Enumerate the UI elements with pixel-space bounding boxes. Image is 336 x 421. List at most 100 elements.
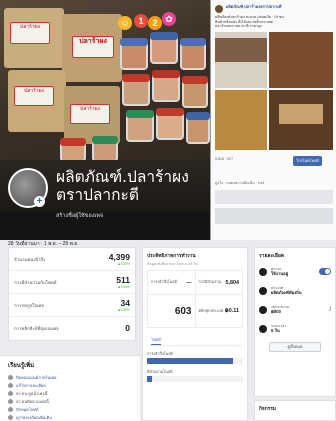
tab-label: โพสต์: [151, 337, 161, 345]
product-label: ปลาร้าผง: [14, 86, 54, 106]
page-title[interactable]: ผลิตภัณฑ์.ปลาร้าผงตราปลากะตี: [56, 168, 206, 204]
product-tub: [92, 136, 118, 162]
details-card: รายละเอียด สถานะ ใช้งานอยู่ ประเภท ผลิตภัณ…: [254, 247, 336, 397]
detail-row[interactable]: ระยะเวลา 5 วัน: [255, 319, 335, 338]
product-tub: [156, 108, 184, 140]
see-all-button[interactable]: ดูทั้งหมด: [269, 342, 321, 352]
metrics-grid: การเข้าถึงโพสต์ — การมีส่วนร่วม 5,804 60…: [147, 270, 243, 328]
list-item[interactable]: ดูรายละเอียดเพิ่มเติม: [8, 413, 132, 421]
ad-preview-image: [215, 208, 333, 224]
metric-value: 5,804: [225, 279, 240, 286]
stat-delta: ▲100%: [117, 307, 130, 312]
money-icon: [259, 305, 267, 314]
product-tub: [122, 74, 150, 106]
post-author[interactable]: ผลิตภัณฑ์.ปลาร้าผงตราปลากะตี: [226, 4, 282, 9]
bar-label: มีส่วนร่วมโพสต์: [147, 370, 173, 374]
metric-value: 603: [174, 305, 192, 317]
product-tub: [126, 110, 154, 142]
post-image[interactable]: [279, 103, 323, 124]
metric-label: คลิกทุกประเภท: [198, 308, 224, 313]
status-toggle[interactable]: [319, 268, 331, 275]
section-title: เรียนรู้เพิ่ม: [8, 363, 35, 369]
avatar: [215, 5, 223, 13]
metric-cell: คลิกทุกประเภท ฿0.11: [194, 295, 243, 327]
stat-label: การมีส่วนร่วมกับโพสต์: [14, 279, 57, 285]
stat-value: 0: [125, 323, 130, 333]
detail-value: ใช้งานอยู่: [271, 270, 289, 276]
eye-icon: [8, 390, 13, 396]
progress-bar: [147, 376, 243, 382]
emoji-icon: ☺: [118, 16, 132, 30]
product-tub: [152, 70, 180, 102]
product-tub: [182, 76, 208, 108]
bar-label: การเข้าถึงโพสต์: [147, 352, 173, 356]
post-image[interactable]: [269, 31, 333, 88]
stat-label: การคลิกลิงก์ที่ปุ่มบนเพจ: [14, 326, 59, 331]
list-item: 52 คนติดตามเพจนี้: [8, 397, 132, 405]
product-label: ปลาร้าผง: [10, 22, 50, 44]
number-badge-icon: 1: [134, 14, 148, 28]
status-icon: [259, 267, 267, 276]
detail-value: ฿800: [271, 308, 281, 314]
list-item-label: ดูรายละเอียดเพิ่มเติม: [16, 414, 52, 420]
metric-cell: 603: [148, 295, 195, 327]
ad-preview-image: [215, 190, 333, 204]
people-icon: [8, 398, 13, 404]
metric-cell: การมีส่วนร่วม 5,804: [194, 271, 243, 294]
list-item-label: ปักหมุดโพสต์: [16, 406, 39, 412]
info-icon: [8, 374, 13, 380]
metric-cell: การเข้าถึงโพสต์ —: [148, 271, 195, 294]
detail-row[interactable]: งบประมาณ ฿800 /: [255, 300, 335, 319]
stat-value: 511: [116, 274, 130, 285]
learn-more-card: เรียนรู้เพิ่ม ปิดคอมเมนต์ภายในเพจ แก้ไขร…: [0, 355, 140, 421]
metric-value: —: [186, 279, 192, 286]
stat-row[interactable]: จำนวนคนเข้าถึง 4,399 ▲100%: [9, 248, 135, 271]
product-tub: [150, 32, 178, 64]
metric-label: การเข้าถึงโพสต์: [151, 280, 177, 285]
metric-label: การมีส่วนร่วม: [198, 280, 222, 285]
list-item[interactable]: ปิดคอมเมนต์ภายในเพจ: [8, 373, 132, 381]
performance-card: ประสิทธิภาพการทำงาน ข้อมูลเชิงลึกผ่านมาใ…: [142, 247, 248, 421]
product-tub: [180, 38, 206, 70]
clock-icon: [259, 324, 267, 333]
detail-row[interactable]: สถานะ ใช้งานอยู่: [255, 262, 335, 281]
stat-row[interactable]: การคลิกลิงก์ที่ปุ่มบนเพจ 0: [9, 317, 135, 340]
metric-value: ฿0.11: [225, 308, 239, 314]
category-icon: [259, 286, 267, 295]
post-actions[interactable]: ถูกใจ · แสดงความคิดเห็น · แชร์: [211, 178, 268, 188]
cover-photo-collage[interactable]: ปลาร้าผง ปลาร้าผง ปลาร้าผง ปลาร้าผง ☺ 1 …: [0, 0, 336, 240]
progress-bar: [147, 358, 243, 364]
card-subtitle: ข้อมูลเชิงลึกผ่านมาในช่วง 28 วัน: [147, 262, 198, 266]
product-tub: [60, 138, 86, 162]
post-preview[interactable]: ผลิตภัณฑ์.ปลาร้าผงตราปลากะตี ผลิตภัณฑ์ปล…: [210, 0, 336, 240]
product-label: ปลาร้าผง: [70, 104, 110, 124]
stat-label: จำนวนคนเข้าถึง: [14, 256, 46, 262]
card-title: ประสิทธิภาพการทำงาน: [147, 254, 196, 259]
list-item-label: 92 คน ดูหน้าเพจนี้: [16, 390, 48, 396]
stat-value: 34: [120, 297, 130, 308]
list-item-label: 52 คนติดตามเพจนี้: [16, 398, 49, 404]
page-username-link[interactable]: สร้างชื่อผู้ใช้ของเพจ: [56, 212, 103, 220]
post-images[interactable]: [215, 31, 333, 152]
pin-icon: [8, 406, 13, 412]
page-header-band: [0, 212, 210, 240]
plus-icon[interactable]: +: [34, 196, 45, 207]
progress-fill: [147, 376, 152, 382]
stat-row[interactable]: การกดถูกใจเพจ 34 ▲100%: [9, 294, 135, 317]
list-item[interactable]: ปักหมุดโพสต์: [8, 405, 132, 413]
product-label: ปลาร้าผง: [72, 36, 114, 58]
promote-post-button[interactable]: โปรโมทโพสต์: [293, 156, 322, 166]
stat-row[interactable]: การมีส่วนร่วมกับโพสต์ 511 ▲100%: [9, 271, 135, 294]
product-tub: [186, 112, 210, 144]
list-item[interactable]: แก้ไขรายละเอียด: [8, 381, 132, 389]
stat-delta: ▲100%: [117, 284, 130, 289]
post-image[interactable]: [215, 89, 267, 150]
detail-row[interactable]: ประเภท ผลิตภัณฑ์ท้องถิ่น: [255, 281, 335, 300]
tab-posts[interactable]: โพสต์: [147, 328, 243, 346]
post-line: ปลาร้าผงตราปลากะตี ราคาถูก: [215, 24, 263, 29]
card-title: รายละเอียด: [259, 253, 285, 259]
post-image[interactable]: [215, 37, 267, 62]
reaction-icons: ☺ 1 2 ✿: [118, 12, 178, 38]
number-badge-icon: 2: [148, 16, 162, 30]
pencil-icon[interactable]: /: [329, 307, 331, 313]
